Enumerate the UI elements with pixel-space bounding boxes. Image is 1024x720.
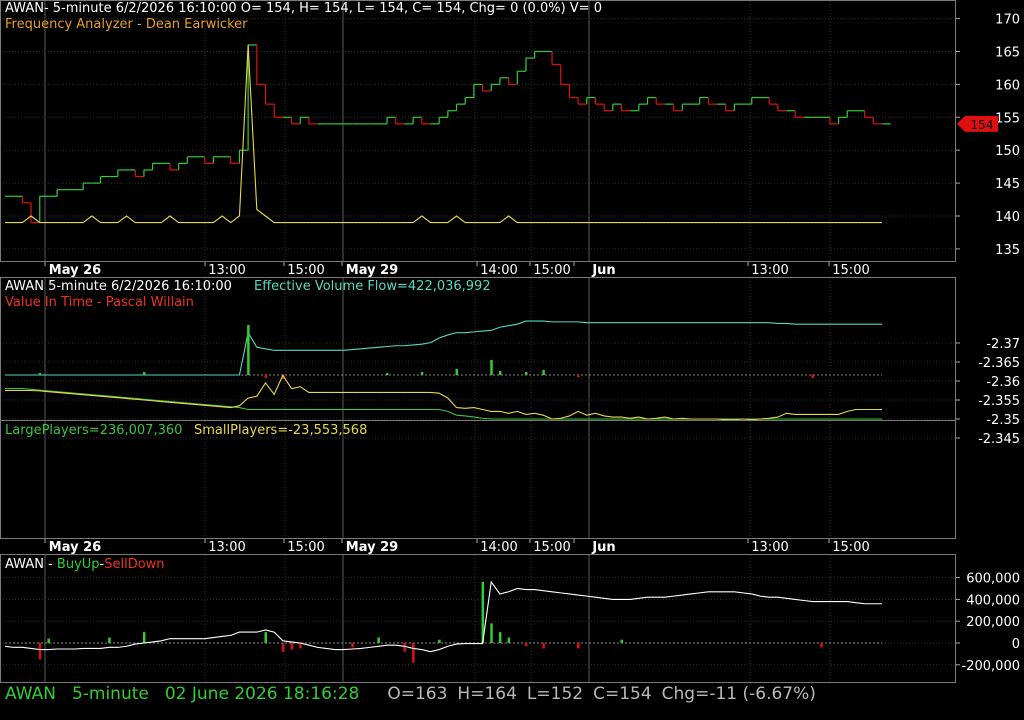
status-close: C=154	[593, 684, 652, 704]
large-players-line	[5, 388, 882, 420]
y-axis-tick-label: -2.37	[986, 337, 1020, 352]
buyup-selldown-bar	[524, 643, 528, 647]
value-in-time-bar	[142, 372, 146, 375]
panel2-volume-flow-label: Effective Volume Flow=422,036,992	[254, 279, 491, 294]
y-axis-tick-label: 600,000	[966, 572, 1020, 587]
buyup-selldown-bar	[438, 639, 441, 643]
value-in-time-bar	[577, 375, 580, 377]
x-axis-tick-label: May 26	[49, 540, 101, 555]
buyup-selldown-bar	[264, 632, 267, 643]
x-axis-tick-label: 15:00	[287, 263, 324, 278]
buyup-selldown-bar	[412, 643, 415, 663]
chart-canvas: May 26 13:00 15:00 May 29 14:00 15:00 Jun 13:00…	[0, 0, 1020, 683]
buyup-selldown-bar	[820, 643, 823, 648]
x-axis-tick-label: 15:00	[287, 540, 324, 555]
status-bar: AWAN 5-minute 02 June 2026 18:16:28 O=163 H=…	[5, 684, 832, 708]
panel4-buyup-label: BuyUp	[56, 557, 100, 572]
x-axis-tick-label: Jun	[591, 263, 615, 278]
x-axis-tick-label: May 26	[49, 263, 101, 278]
buyup-selldown-bar	[47, 638, 50, 643]
status-interval: 5-minute	[71, 684, 149, 704]
status-open: O=163	[387, 684, 448, 704]
status-low: L=152	[526, 684, 584, 704]
y-axis-tick-label: 400,000	[966, 593, 1020, 608]
buyup-selldown-line	[4, 580, 882, 653]
y-axis-tick-label: 160	[995, 78, 1020, 93]
x-axis-tick-label: 13:00	[751, 263, 788, 278]
panel3-large-players-label: LargePlayers=236,007,360	[5, 423, 183, 438]
x-axis-tick-label: May 29	[346, 263, 398, 278]
y-axis-tick-label: 200,000	[966, 615, 1020, 630]
last-price-badge-label: 154	[971, 118, 994, 132]
x-axis-tick-label: 15:00	[533, 540, 570, 555]
y-axis-tick-label: -200,000	[962, 659, 1020, 674]
buyup-selldown-bar	[577, 643, 580, 649]
buyup-selldown-bar	[507, 637, 511, 643]
panel2-subtitle: Value In Time - Pascal Willain	[5, 295, 194, 310]
buyup-selldown-bar	[403, 643, 406, 652]
buyup-selldown-bar	[542, 643, 545, 649]
value-in-time-bar	[264, 375, 267, 378]
y-axis-tick-label: 140	[995, 210, 1020, 225]
grid-layer	[0, 1, 955, 682]
x-axis-tick-label: 15:00	[832, 263, 869, 278]
y-axis-tick-label: 155	[995, 111, 1020, 126]
panel1-title: AWAN- 5-minute 6/2/2026 16:10:00 O= 154,…	[5, 1, 602, 16]
frame-layer	[0, 0, 956, 683]
x-axis-tick-label: 14:00	[480, 263, 517, 278]
panel4-title: AWAN - BuyUp-SellDown	[5, 557, 165, 573]
x-axis-tick-label: 15:00	[533, 263, 570, 278]
x-axis-tick-label: Jun	[591, 540, 615, 555]
status-symbol: AWAN	[5, 684, 56, 704]
panel3-small-players-label: SmallPlayers=-23,553,568	[194, 423, 368, 438]
y-axis-tick-label: 150	[995, 144, 1020, 159]
y-axis-tick-label: -2.365	[978, 356, 1020, 371]
y-axis-tick-label: -2.36	[986, 375, 1020, 390]
value-in-time-bar	[38, 373, 42, 375]
panel4-symbol-label: AWAN -	[5, 557, 57, 572]
value-in-time-bar	[811, 375, 815, 378]
panel1-subtitle: Frequency Analyzer - Dean Earwicker	[5, 17, 248, 32]
buyup-selldown-bar	[142, 632, 146, 643]
status-change: Chg=-11 (-6.67%)	[661, 684, 816, 704]
value-in-time-bar	[455, 369, 459, 375]
buyup-selldown-bar	[490, 623, 493, 643]
x-axis-tick-label: 14:00	[480, 540, 517, 555]
y-axis-tick-label: 170	[995, 13, 1020, 28]
y-axis-tick-label: -2.345	[978, 432, 1020, 447]
value-in-time-bar	[490, 360, 493, 375]
x-axis-tick-label: May 29	[346, 540, 398, 555]
y-axis-tick-label: 0	[1012, 637, 1020, 652]
buyup-selldown-bar	[108, 637, 111, 643]
buyup-selldown-bar	[498, 632, 502, 643]
panel2-title: AWAN 5-minute 6/2/2026 16:10:00	[5, 279, 232, 294]
value-in-time-bar	[498, 371, 502, 375]
x-axis-tick-label: 15:00	[832, 540, 869, 555]
y-axis-tick-label: 145	[995, 177, 1020, 192]
buyup-selldown-bar	[281, 643, 285, 652]
x-axis-tick-label: 13:00	[751, 540, 788, 555]
x-axis-tick-label: 13:00	[208, 263, 245, 278]
value-in-time-bar	[542, 370, 545, 375]
x-axis-tick-label: 13:00	[208, 540, 245, 555]
panel4-frame	[0, 554, 956, 683]
value-in-time-bar	[247, 325, 250, 375]
value-in-time-bar	[420, 372, 424, 375]
buyup-selldown-bar	[377, 637, 380, 643]
y-axis-tick-label: 135	[995, 243, 1020, 258]
y-axis-tick-label: -2.35	[986, 413, 1020, 428]
buyup-selldown-bar	[290, 643, 294, 650]
buyup-selldown-bar	[38, 643, 42, 660]
status-high: H=164	[457, 684, 517, 704]
y-axis-tick-label: 165	[995, 46, 1020, 61]
y-axis-tick-label: -2.355	[978, 394, 1020, 409]
value-in-time-bar	[386, 373, 389, 375]
buyup-selldown-bar	[351, 643, 354, 648]
value-in-time-bar	[524, 372, 528, 375]
buyup-selldown-bar	[620, 639, 624, 643]
status-datetime: 02 June 2026 18:16:28	[164, 684, 360, 704]
panel4-selldown-label: SellDown	[104, 557, 165, 572]
